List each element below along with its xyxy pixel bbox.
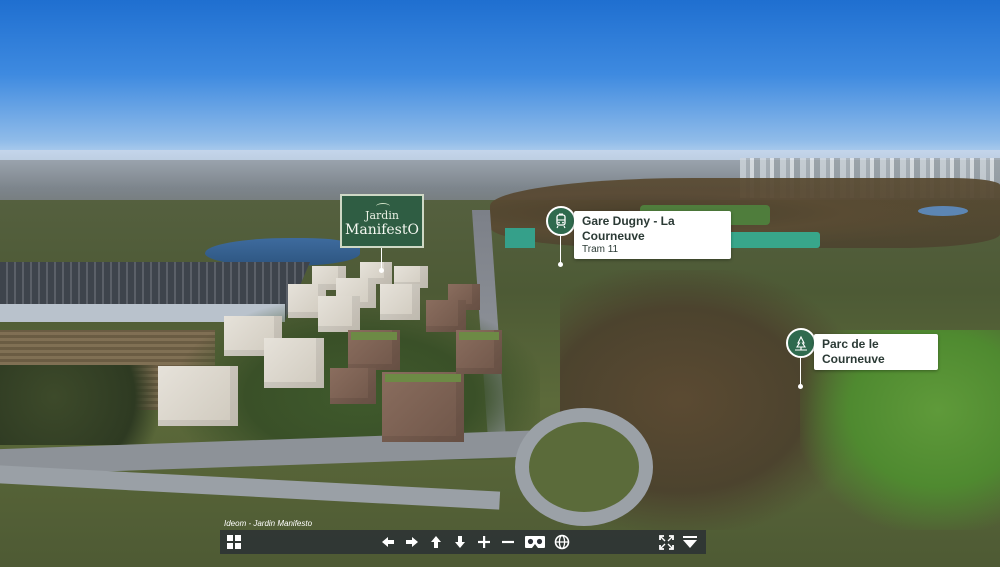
hotspot-parc-icon-button[interactable] bbox=[786, 328, 816, 358]
sky bbox=[0, 0, 1000, 165]
lake bbox=[205, 238, 360, 266]
arrow-left-icon bbox=[382, 537, 394, 547]
roundabout bbox=[515, 408, 653, 526]
arrow-right-icon bbox=[406, 537, 418, 547]
hotspot-gare-label[interactable]: Gare Dugny - La Courneuve Tram 11 bbox=[574, 211, 731, 259]
arrow-down-icon bbox=[455, 536, 465, 548]
building bbox=[426, 300, 466, 332]
park-icon bbox=[795, 335, 807, 351]
grid-icon bbox=[227, 535, 241, 549]
thumbnails-button[interactable] bbox=[222, 530, 246, 554]
tree-cluster bbox=[0, 365, 180, 445]
zoom-in-button[interactable] bbox=[472, 530, 496, 554]
hotspot-parc-stem bbox=[800, 358, 801, 386]
hotspot-gare-anchor bbox=[558, 262, 563, 267]
project-logo-marker[interactable]: Jardin ManifestO bbox=[340, 194, 424, 248]
pond bbox=[918, 206, 968, 216]
viewer-toolbar bbox=[220, 530, 706, 554]
fullscreen-button[interactable] bbox=[654, 530, 678, 554]
building bbox=[264, 338, 324, 388]
hotspot-gare-subtitle: Tram 11 bbox=[582, 244, 619, 255]
tram-icon bbox=[556, 213, 566, 229]
building bbox=[348, 330, 400, 370]
gyroscope-icon bbox=[554, 534, 570, 550]
vr-mode-button[interactable] bbox=[520, 530, 550, 554]
building bbox=[158, 366, 238, 426]
logo-line1: Jardin bbox=[365, 209, 399, 222]
pan-down-button[interactable] bbox=[448, 530, 472, 554]
building bbox=[380, 284, 420, 320]
hotspot-parc-label[interactable]: Parc de le Courneuve bbox=[814, 334, 938, 370]
logo-line2: ManifestO bbox=[345, 222, 419, 238]
arrow-up-icon bbox=[431, 536, 441, 548]
hotspot-gare-title: Gare Dugny - La Courneuve bbox=[582, 214, 675, 243]
pan-up-button[interactable] bbox=[424, 530, 448, 554]
gyroscope-button[interactable] bbox=[550, 530, 574, 554]
hotspot-parc-anchor bbox=[798, 384, 803, 389]
hotspot-parc-title: Parc de le Courneuve bbox=[822, 337, 885, 366]
pan-right-button[interactable] bbox=[400, 530, 424, 554]
hide-controls-button[interactable] bbox=[678, 530, 702, 554]
building bbox=[456, 330, 502, 374]
building bbox=[330, 368, 376, 404]
zoom-out-button[interactable] bbox=[496, 530, 520, 554]
plus-icon bbox=[478, 536, 490, 548]
logo-marker-stem bbox=[381, 248, 382, 270]
hotspot-gare-stem bbox=[560, 236, 561, 264]
minus-icon bbox=[502, 540, 514, 544]
panorama-viewport[interactable] bbox=[0, 0, 1000, 567]
vr-headset-icon bbox=[525, 536, 545, 548]
pan-left-button[interactable] bbox=[376, 530, 400, 554]
leaf-icon bbox=[376, 203, 390, 210]
tour-caption: Ideom - Jardin Manifesto bbox=[224, 519, 313, 528]
fullscreen-icon bbox=[658, 534, 674, 550]
building bbox=[382, 372, 464, 442]
hotspot-gare-icon-button[interactable] bbox=[546, 206, 576, 236]
logo-marker-anchor bbox=[379, 268, 384, 273]
tennis-courts-small bbox=[505, 228, 535, 248]
collapse-down-icon bbox=[683, 536, 697, 548]
building bbox=[318, 296, 360, 332]
